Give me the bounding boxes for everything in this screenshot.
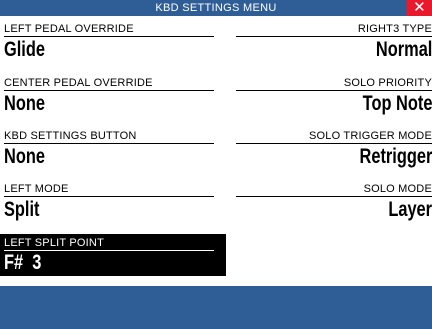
field-value: None [4,145,45,168]
field-value: Glide [4,38,45,61]
field-label: CENTER PEDAL OVERRIDE [4,77,153,89]
field-right3-type[interactable]: RIGHT3 TYPE Normal [232,23,432,63]
field-label: KBD SETTINGS BUTTON [4,130,137,142]
close-button[interactable]: ✕ [407,0,432,16]
close-icon: ✕ [413,0,426,16]
field-kbd-settings-button[interactable]: KBD SETTINGS BUTTON None [0,130,216,170]
field-value: Layer [388,198,432,221]
field-divider [236,196,432,197]
field-solo-trigger-mode[interactable]: SOLO TRIGGER MODE Retrigger [232,130,432,170]
field-divider [4,36,214,37]
field-center-pedal-override[interactable]: CENTER PEDAL OVERRIDE None [0,77,216,117]
field-divider [4,196,214,197]
window-title: KBD SETTINGS MENU [155,2,277,14]
field-divider [236,143,432,144]
field-left-mode[interactable]: LEFT MODE Split [0,183,216,223]
field-divider [4,143,214,144]
field-label: LEFT SPLIT POINT [4,237,104,249]
field-label: RIGHT3 TYPE [357,23,432,35]
field-label: SOLO MODE [363,183,432,195]
field-label: SOLO PRIORITY [343,77,432,89]
field-left-split-point[interactable]: LEFT SPLIT POINT F# 3 [0,234,226,276]
field-solo-mode[interactable]: SOLO MODE Layer [232,183,432,223]
field-value: Retrigger [359,145,432,168]
field-label: LEFT MODE [4,183,69,195]
field-divider [236,90,432,91]
title-bar: KBD SETTINGS MENU ✕ [0,0,432,16]
field-divider [4,90,214,91]
field-left-pedal-override[interactable]: LEFT PEDAL OVERRIDE Glide [0,23,216,63]
field-value: None [4,92,45,115]
field-solo-priority[interactable]: SOLO PRIORITY Top Note [232,77,432,117]
footer-bar [0,286,432,329]
field-label: LEFT PEDAL OVERRIDE [4,23,134,35]
field-label: SOLO TRIGGER MODE [309,130,432,142]
field-value: Normal [375,38,432,61]
field-divider [236,36,432,37]
field-value: Top Note [362,92,432,115]
field-value: Split [4,198,40,221]
field-value: F# 3 [4,251,42,274]
